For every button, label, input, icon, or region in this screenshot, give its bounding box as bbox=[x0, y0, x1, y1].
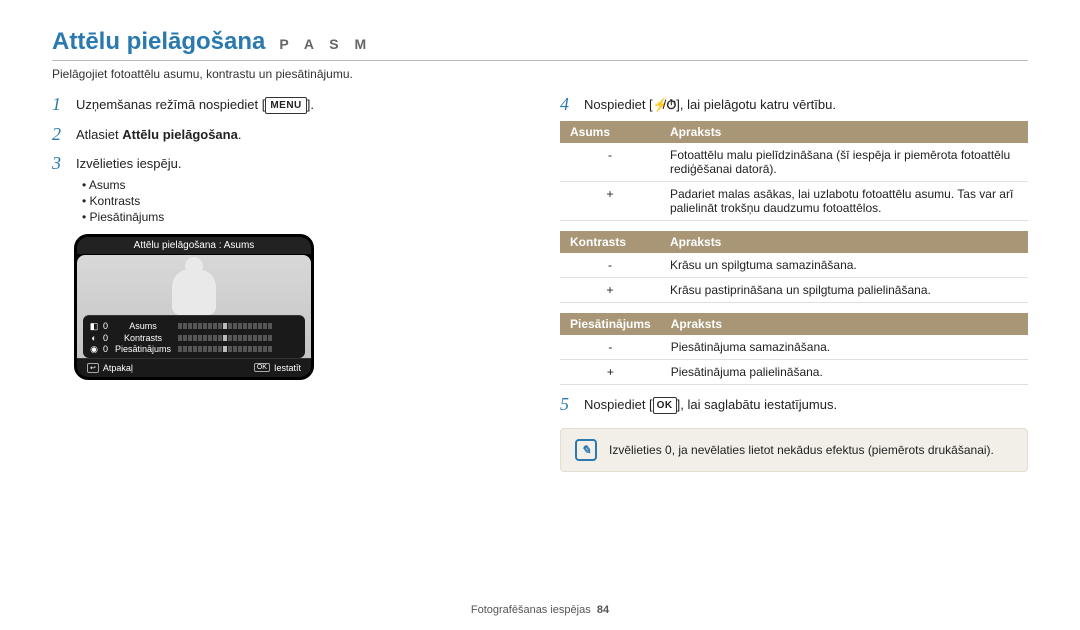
note-text: Izvēlieties 0, ja nevēlaties lietot nekā… bbox=[609, 443, 994, 457]
table-cell: Krāsu pastiprināšana un spilgtuma paliel… bbox=[660, 277, 1028, 302]
table-cell: Krāsu un spilgtuma samazināšana. bbox=[660, 253, 1028, 278]
flash-icon: ⚡ bbox=[653, 95, 663, 115]
saturation-label: Piesātinājums bbox=[112, 344, 174, 354]
slider-dots bbox=[178, 346, 299, 352]
table-cell: + bbox=[560, 277, 660, 302]
contrast-value: 0 bbox=[103, 333, 108, 343]
sharpness-table: AsumsApraksts -Fotoattēlu malu pielīdzin… bbox=[560, 121, 1028, 221]
saturation-table: PiesātinājumsApraksts -Piesātinājuma sam… bbox=[560, 313, 1028, 385]
table-cell: + bbox=[560, 181, 660, 220]
table-header: Piesātinājums bbox=[560, 313, 661, 335]
table-cell: Piesātinājuma palielināšana. bbox=[661, 359, 1028, 384]
step-number: 1 bbox=[52, 95, 66, 113]
mode-indicator: P A S M bbox=[279, 36, 372, 52]
ok-button-label: OK bbox=[653, 397, 677, 414]
slider-dots bbox=[178, 335, 299, 341]
camera-lcd-preview: Attēlu pielāgošana : Asums ◧ 0 Asums bbox=[74, 234, 314, 380]
step-1-text: Uzņemšanas režīmā nospiediet [MENU]. bbox=[76, 95, 314, 115]
info-icon: ✎ bbox=[575, 439, 597, 461]
step-5-text: Nospiediet [OK], lai saglabātu iestatīju… bbox=[584, 395, 837, 415]
step-number: 2 bbox=[52, 125, 66, 143]
set-label: Iestatīt bbox=[274, 363, 301, 373]
lcd-header: Attēlu pielāgošana : Asums bbox=[77, 237, 311, 255]
step-3-text: Izvēlieties iespēju. bbox=[76, 154, 182, 174]
table-cell: Padariet malas asākas, lai uzlabotu foto… bbox=[660, 181, 1028, 220]
sharpness-value: 0 bbox=[103, 321, 108, 331]
info-note: ✎ Izvēlieties 0, ja nevēlaties lietot ne… bbox=[560, 428, 1028, 472]
page-title: Attēlu pielāgošana bbox=[52, 28, 265, 56]
subject-silhouette bbox=[159, 255, 229, 315]
page-footer: Fotografēšanas iespējas 84 bbox=[0, 604, 1080, 616]
table-header: Apraksts bbox=[660, 231, 1028, 253]
divider bbox=[52, 60, 1028, 61]
table-header: Apraksts bbox=[660, 121, 1028, 143]
table-header: Apraksts bbox=[661, 313, 1028, 335]
page-subtitle: Pielāgojiet fotoattēlu asumu, kontrastu … bbox=[52, 67, 1028, 81]
list-item: Asums bbox=[82, 178, 520, 192]
table-cell: + bbox=[560, 359, 661, 384]
saturation-value: 0 bbox=[103, 344, 108, 354]
list-item: Kontrasts bbox=[82, 194, 520, 208]
contrast-label: Kontrasts bbox=[112, 333, 174, 343]
back-label: Atpakaļ bbox=[103, 363, 133, 373]
saturation-icon: ◉ bbox=[89, 344, 99, 355]
option-list: Asums Kontrasts Piesātinājums bbox=[82, 178, 520, 224]
menu-button-label: MENU bbox=[265, 97, 306, 114]
step-2-text: Atlasiet Attēlu pielāgošana. bbox=[76, 125, 241, 145]
step-number: 5 bbox=[560, 395, 574, 413]
table-cell: Fotoattēlu malu pielīdzināšana (šī iespē… bbox=[660, 143, 1028, 182]
contrast-table: KontrastsApraksts -Krāsu un spilgtuma sa… bbox=[560, 231, 1028, 303]
table-cell: Piesātinājuma samazināšana. bbox=[661, 335, 1028, 360]
sharpness-icon: ◧ bbox=[89, 321, 99, 332]
contrast-icon: ◐ bbox=[89, 333, 99, 343]
step-number: 3 bbox=[52, 154, 66, 172]
table-cell: - bbox=[560, 253, 660, 278]
sharpness-label: Asums bbox=[112, 321, 174, 331]
table-cell: - bbox=[560, 335, 661, 360]
step-number: 4 bbox=[560, 95, 574, 113]
timer-icon: ⏱ bbox=[666, 95, 676, 115]
list-item: Piesātinājums bbox=[82, 210, 520, 224]
back-icon: ↩ bbox=[87, 363, 99, 373]
table-header: Asums bbox=[560, 121, 660, 143]
slider-dots bbox=[178, 323, 299, 329]
table-header: Kontrasts bbox=[560, 231, 660, 253]
table-cell: - bbox=[560, 143, 660, 182]
ok-icon: OK bbox=[254, 363, 270, 372]
step-4-text: Nospiediet [⚡/⏱], lai pielāgotu katru vē… bbox=[584, 95, 836, 115]
